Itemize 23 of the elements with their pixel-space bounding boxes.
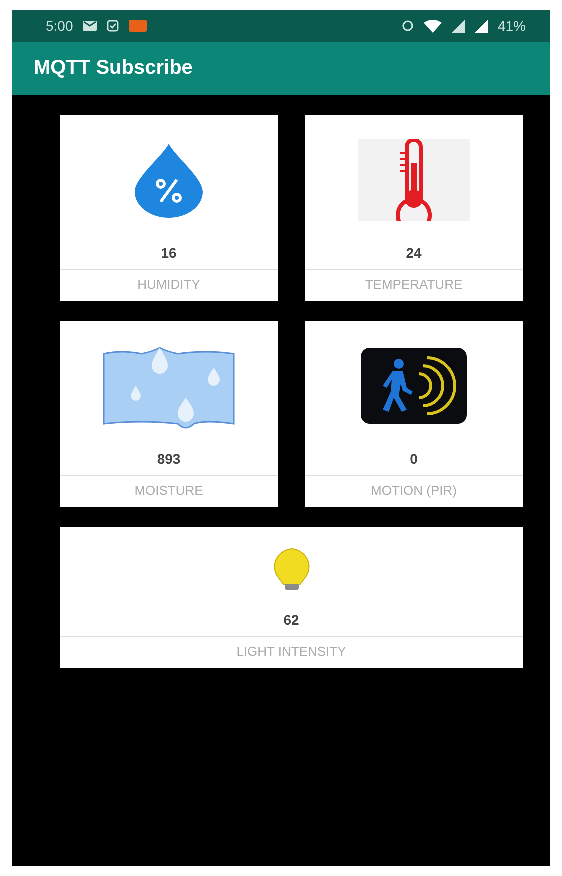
signal-icon xyxy=(452,20,465,32)
sensor-value: 62 xyxy=(284,611,300,630)
sensor-value: 16 xyxy=(161,244,177,263)
wifi-icon xyxy=(424,20,442,32)
sensor-value: 24 xyxy=(406,244,422,263)
app-notification-icon xyxy=(129,20,148,32)
status-time: 5:00 xyxy=(46,18,74,34)
water-drop-percent-icon xyxy=(133,142,205,218)
signal-icon xyxy=(474,20,488,32)
sensor-label: LIGHT INTENSITY xyxy=(60,636,523,668)
thermometer-icon xyxy=(358,139,470,221)
motion-sensor-icon xyxy=(361,348,467,424)
sensor-label: MOTION (PIR) xyxy=(305,475,523,507)
sensor-label: MOISTURE xyxy=(60,475,278,507)
battery-percentage: 41% xyxy=(498,18,526,34)
checkbox-icon xyxy=(107,20,120,32)
sensor-label: TEMPERATURE xyxy=(305,269,523,301)
sensor-value: 893 xyxy=(157,450,181,469)
mail-icon xyxy=(83,21,98,31)
app-title: MQTT Subscribe xyxy=(34,57,193,80)
alarm-icon xyxy=(402,20,414,32)
sensor-value: 0 xyxy=(410,450,418,469)
sensor-label: HUMIDITY xyxy=(60,269,278,301)
